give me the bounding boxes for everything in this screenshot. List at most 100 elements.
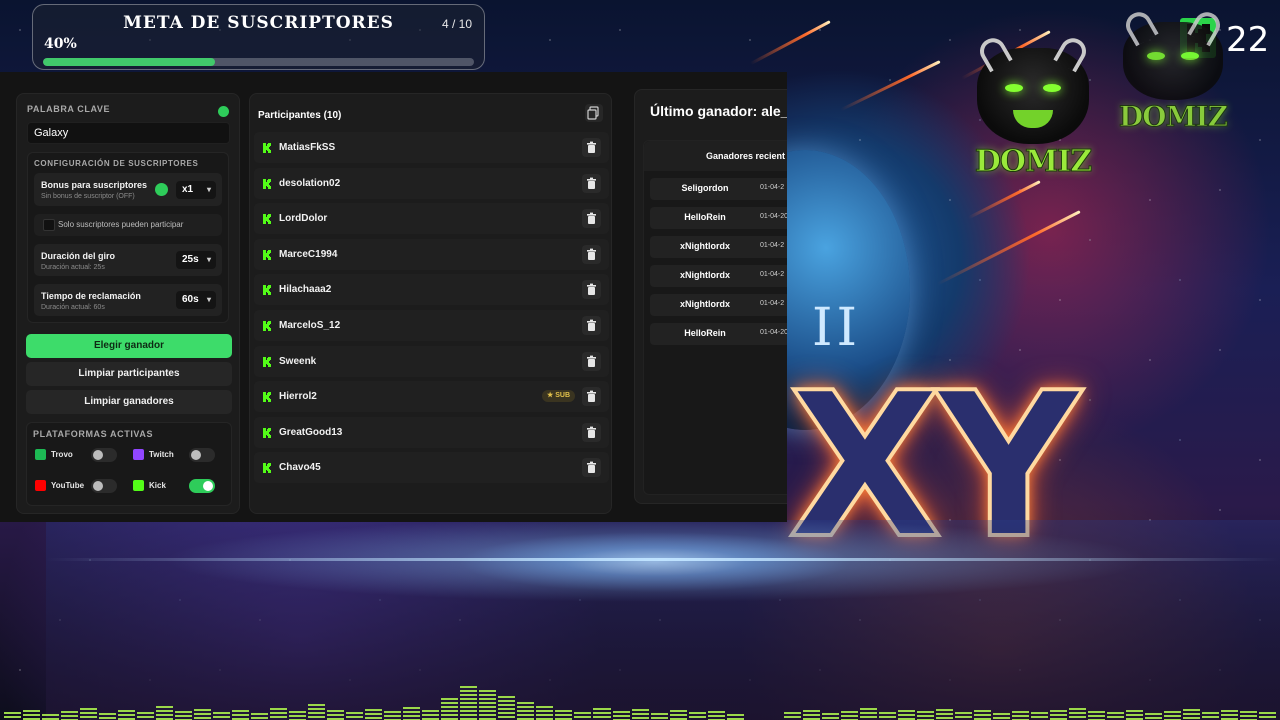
visualizer-bar (574, 712, 592, 720)
winner-date: 01-04-2 (760, 242, 785, 249)
visualizer-bar (631, 709, 649, 720)
visualizer-bar (650, 713, 668, 720)
settings-panel: PALABRA CLAVE Galaxy CONFIGURACIÓN DE SU… (16, 93, 240, 514)
trash-icon[interactable] (582, 138, 601, 157)
winner-name: HelloRein (684, 328, 726, 338)
pick-winner-button[interactable]: Elegir ganador (26, 334, 232, 358)
youtube-toggle[interactable] (91, 479, 117, 493)
twitch-icon (133, 449, 144, 460)
visualizer-bar (935, 709, 953, 720)
winner-row: Seligordon 01-04-2 (650, 178, 787, 200)
visualizer-bar (555, 710, 573, 720)
trash-icon[interactable] (582, 280, 601, 300)
chevron-down-icon: ▾ (206, 185, 211, 194)
visualizer-bar (308, 704, 326, 720)
visualizer-bar (61, 711, 79, 720)
only-subs-checkbox[interactable] (43, 219, 55, 231)
trash-icon[interactable] (582, 387, 601, 407)
sub-badge: ★ SUB (541, 390, 575, 403)
clear-participants-button[interactable]: Limpiar participantes (26, 362, 232, 386)
kick-icon (262, 461, 274, 479)
bonus-multiplier-value: x1 (182, 184, 194, 195)
kick-icon (262, 390, 274, 408)
participant-name: Chavo45 (279, 462, 321, 474)
claim-time-value: 60s (182, 294, 199, 305)
visualizer-bar (954, 712, 972, 720)
twitch-toggle[interactable] (189, 448, 215, 462)
bonus-subtitle: Sin bonus de suscriptor (OFF) (41, 193, 135, 200)
copy-icon[interactable] (585, 104, 603, 122)
participants-panel: Participantes (10) MatiasFkSS desolation0… (249, 93, 612, 514)
visualizer-bar (346, 712, 364, 720)
keyword-input[interactable]: Galaxy (27, 122, 230, 144)
spin-duration-row: Duración del giro Duración actual: 25s 2… (34, 244, 222, 276)
trash-icon[interactable] (582, 458, 601, 478)
last-winner-title: Último ganador: ale_ (650, 103, 787, 119)
only-subs-row[interactable]: Solo suscriptores pueden participar (34, 214, 222, 236)
spin-duration-title: Duración del giro (41, 251, 116, 261)
participant-row: MarceC1994 (254, 238, 609, 270)
participant-name: desolation02 (279, 177, 341, 189)
clear-winners-button[interactable]: Limpiar ganadores (26, 390, 232, 414)
goal-progress-fill (43, 58, 216, 66)
winner-date: 01-04-2 (760, 300, 785, 307)
kick-toggle[interactable] (189, 479, 215, 493)
active-platforms-section: PLATAFORMAS ACTIVAS Trovo Twitch YouTube… (26, 422, 232, 506)
info-icon[interactable] (155, 183, 168, 196)
visualizer-bar (118, 710, 136, 720)
participant-name: Hilachaaa2 (279, 284, 332, 296)
visualizer-bar (137, 712, 155, 720)
participants-title: Participantes (10) (258, 110, 342, 121)
subscriber-bonus-row: Bonus para suscriptores Sin bonus de sus… (34, 173, 222, 206)
bonus-multiplier-select[interactable]: x1 ▾ (176, 181, 216, 199)
kick-icon (133, 480, 144, 491)
visualizer-bar (840, 711, 858, 720)
only-subs-label: Solo suscriptores pueden participar (58, 220, 184, 229)
visualizer-bar (1221, 710, 1239, 720)
visualizer-bar (1011, 711, 1029, 720)
visualizer-bar (213, 712, 231, 720)
visualizer-bar (1144, 713, 1162, 720)
bonus-title: Bonus para suscriptores (41, 180, 148, 190)
spin-duration-subtitle: Duración actual: 25s (41, 264, 105, 271)
kick-icon (262, 212, 274, 230)
winner-name: Seligordon (681, 183, 729, 193)
kick-icon (262, 141, 274, 159)
trash-icon[interactable] (582, 244, 601, 264)
kick-icon (262, 248, 274, 266)
visualizer-bar (194, 709, 212, 720)
visualizer-bar (992, 713, 1010, 720)
participant-row: Hierrol2 ★ SUB (254, 381, 609, 413)
giveaway-app-window: PALABRA CLAVE Galaxy CONFIGURACIÓN DE SU… (0, 72, 787, 522)
visualizer-bar (517, 702, 535, 720)
participant-row: LordDolor (254, 203, 609, 235)
platform-kick: Kick (129, 476, 217, 496)
trovo-toggle[interactable] (91, 448, 117, 462)
platforms-title: PLATAFORMAS ACTIVAS (33, 429, 154, 439)
participant-name: LordDolor (279, 213, 328, 225)
trash-icon[interactable] (582, 173, 601, 193)
info-icon[interactable] (218, 106, 229, 117)
trash-icon[interactable] (582, 422, 601, 442)
logo-text: DOMIZ (974, 144, 1092, 180)
claim-time-select[interactable]: 60s ▾ (176, 291, 216, 309)
trash-icon[interactable] (582, 351, 601, 371)
trash-icon[interactable] (582, 316, 601, 335)
kick-icon (262, 283, 274, 301)
trash-icon[interactable] (582, 209, 601, 229)
demon-head-icon (975, 33, 1091, 144)
visualizer-bar (270, 708, 288, 720)
visualizer-bar (4, 712, 22, 720)
horizon-line (46, 558, 1280, 561)
visualizer-bar (42, 714, 60, 720)
visualizer-bar (99, 713, 117, 720)
visualizer-bar (593, 708, 611, 720)
winner-name: xNightlordx (679, 299, 730, 309)
visualizer-bar (1201, 712, 1219, 720)
participant-row: Chavo45 (254, 452, 609, 484)
recent-winners-section: Ganadores recient Seligordon 01-04-2 Hello… (643, 140, 787, 495)
spin-duration-select[interactable]: 25s ▾ (176, 251, 216, 269)
participant-row: Sweenk (254, 345, 609, 377)
platform-name: YouTube (51, 481, 85, 490)
claim-time-subtitle: Duración actual: 60s (41, 304, 105, 311)
